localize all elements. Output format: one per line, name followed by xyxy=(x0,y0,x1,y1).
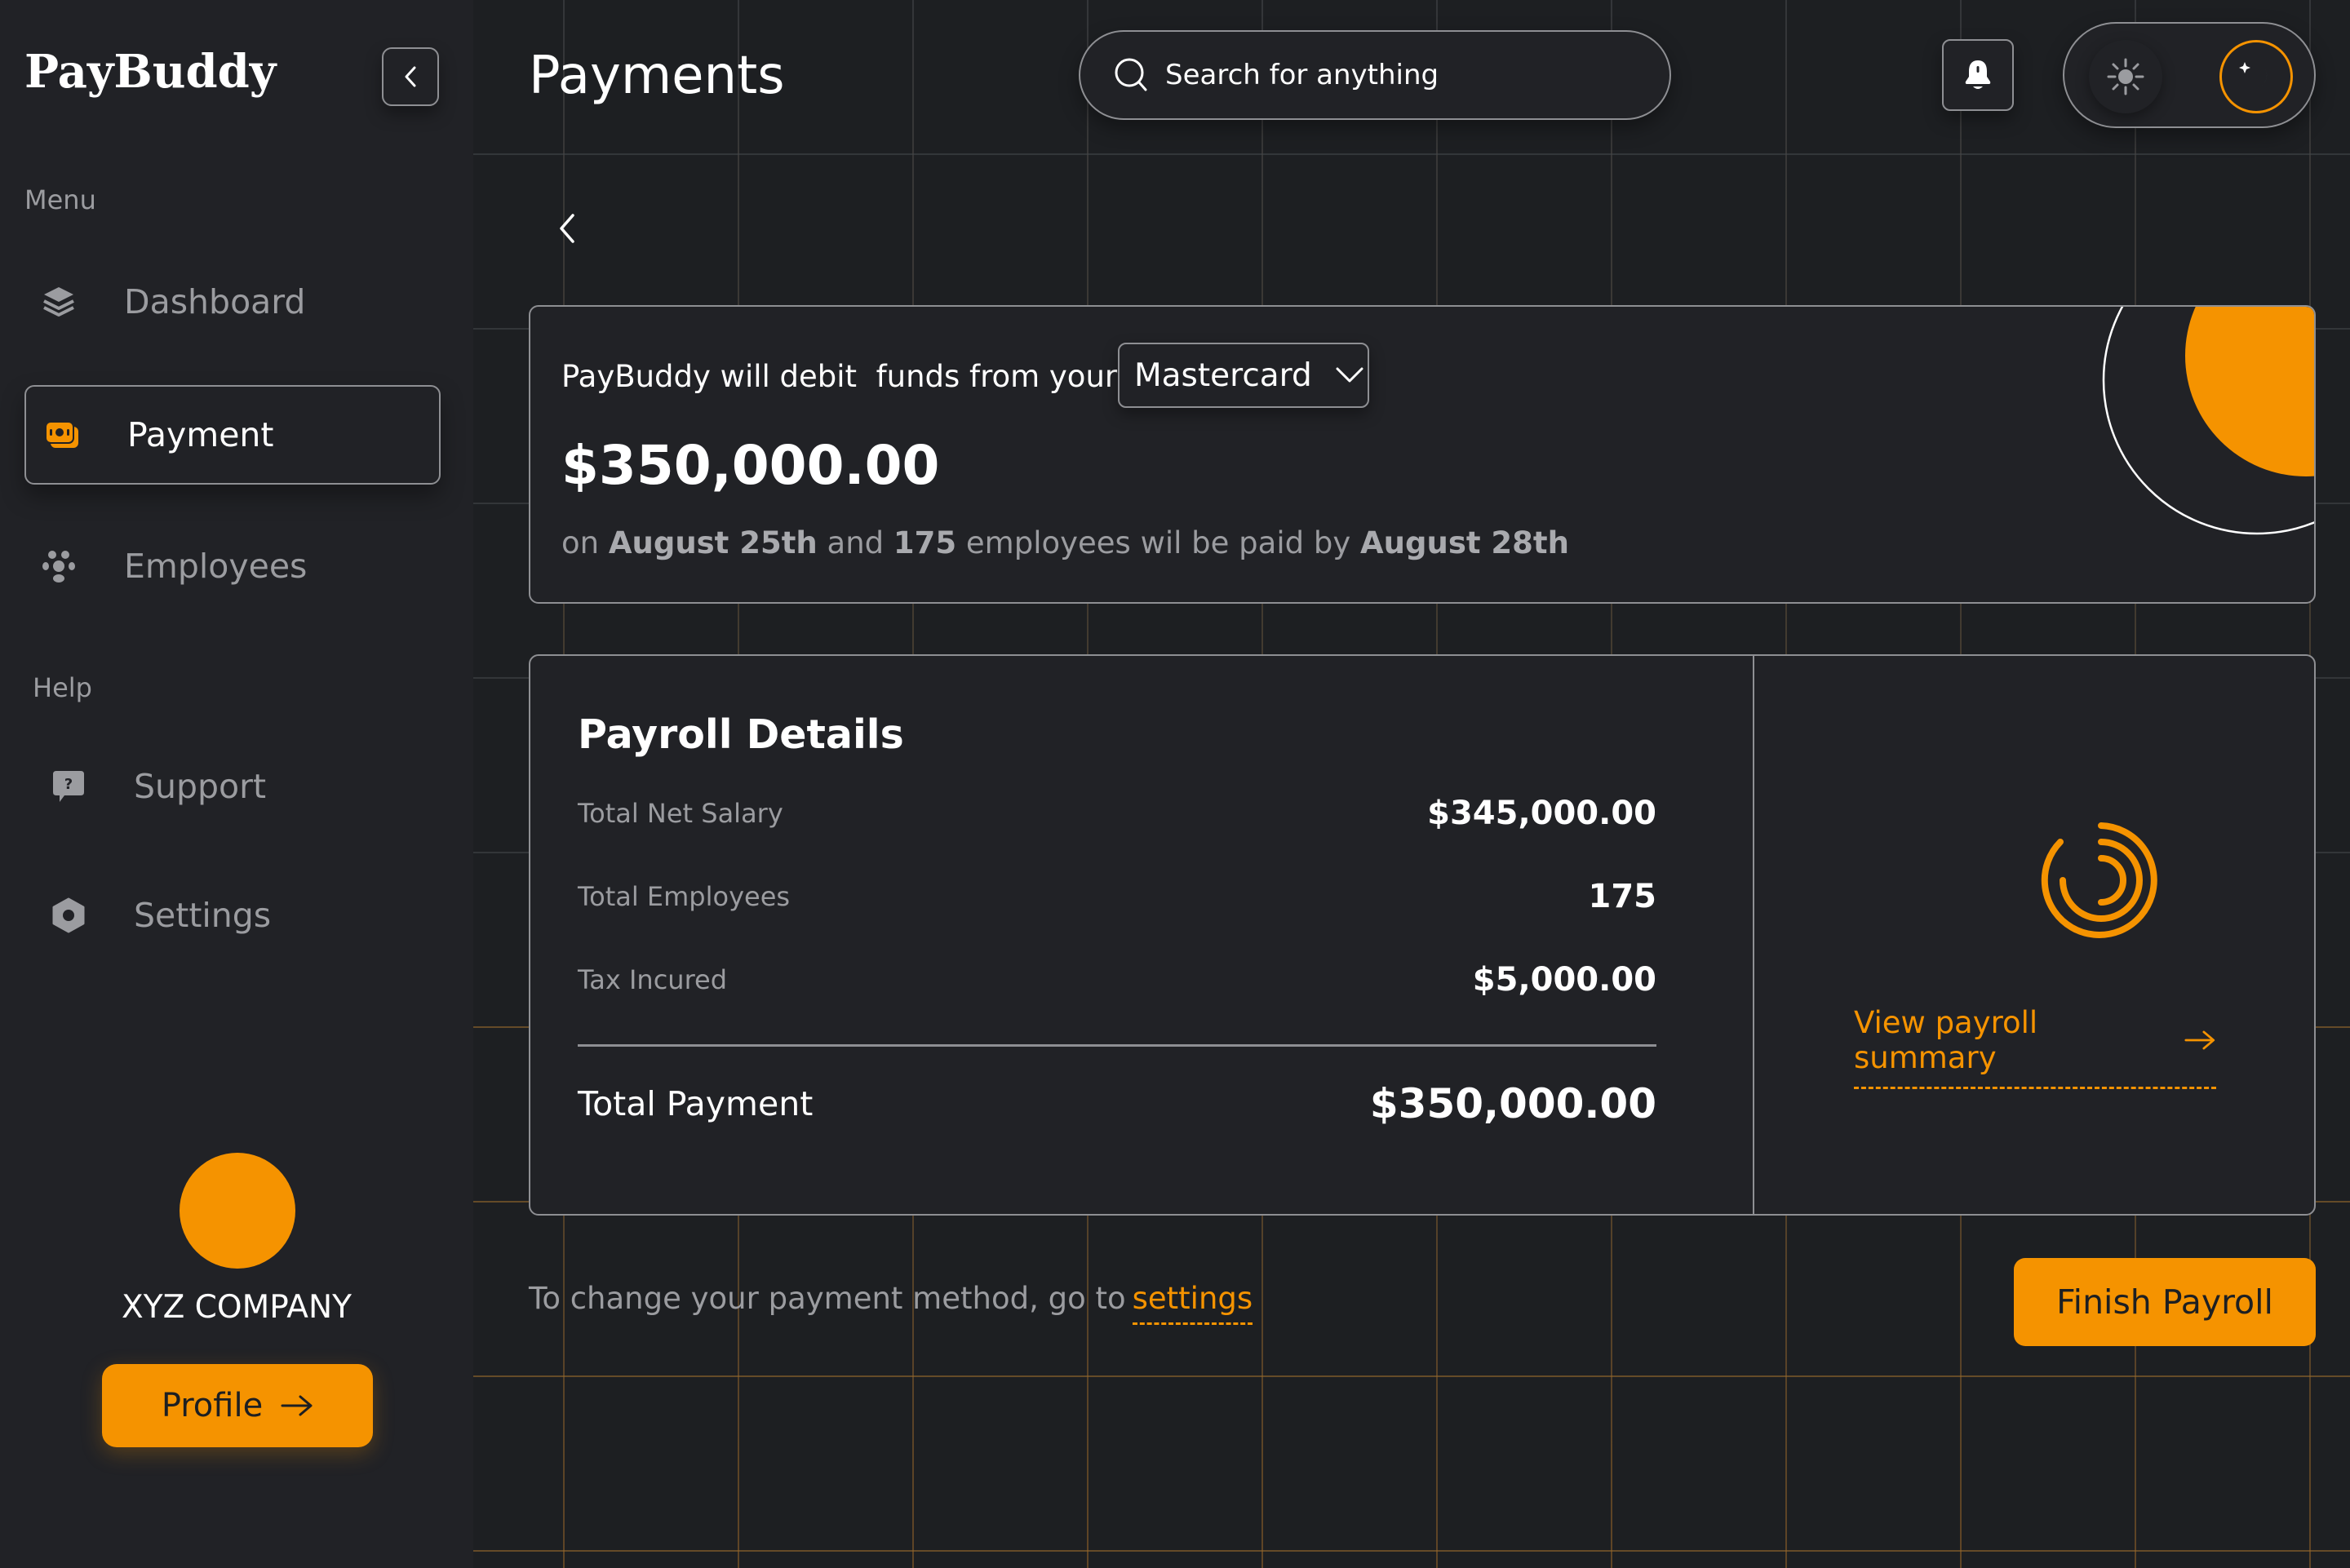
sidebar-item-employees[interactable]: Employees xyxy=(39,547,307,586)
layers-icon xyxy=(39,282,78,321)
debit-date: August 25th xyxy=(608,525,818,560)
view-payroll-summary-link[interactable]: View payroll summary xyxy=(1854,1005,2216,1089)
sidebar-item-label: Dashboard xyxy=(124,282,306,321)
users-icon xyxy=(39,547,78,586)
debit-schedule-note: on August 25th and 175 employees wil be … xyxy=(561,525,1569,560)
main-content: Payments Search for anything PayBuddy wi… xyxy=(473,0,2350,1568)
bell-icon xyxy=(1965,60,1991,89)
menu-section-label: Menu xyxy=(24,184,96,215)
summary-link-label: View payroll summary xyxy=(1854,1005,2038,1075)
hint-text: To change your payment method, go to xyxy=(529,1281,1126,1316)
row-value: $345,000.00 xyxy=(1427,795,1656,832)
help-chat-icon: ? xyxy=(49,767,88,806)
company-name: XYZ COMPANY xyxy=(122,1289,352,1326)
sidebar-item-dashboard[interactable]: Dashboard xyxy=(39,282,305,321)
row-label: Total Employees xyxy=(578,881,791,912)
payment-method-hint: To change your payment method, go to sett… xyxy=(529,1281,1253,1325)
payroll-row: Total Employees 175 xyxy=(578,878,1656,915)
row-value: $5,000.00 xyxy=(1472,961,1656,999)
debit-summary-card: PayBuddy will debit funds from your Mast… xyxy=(529,305,2316,604)
note-text: employees wil be paid by xyxy=(956,525,1361,560)
payroll-details-panel: Payroll Details Total Net Salary $345,00… xyxy=(530,656,1754,1214)
finish-payroll-button[interactable]: Finish Payroll xyxy=(2014,1258,2316,1346)
settings-icon xyxy=(49,896,88,935)
theme-toggle[interactable] xyxy=(2063,22,2316,128)
pay-date: August 28th xyxy=(1360,525,1569,560)
sidebar: PayBuddy Menu Dashboard Payment Employee… xyxy=(0,0,473,1568)
grid-line-horizontal xyxy=(473,153,2350,155)
page-title: Payments xyxy=(529,46,785,106)
total-divider xyxy=(578,1044,1656,1047)
payroll-row: Tax Incured $5,000.00 xyxy=(578,961,1656,999)
company-avatar[interactable] xyxy=(180,1153,295,1269)
payment-method-dropdown[interactable]: Mastercard xyxy=(1118,343,1369,408)
total-payment-value: $350,000.00 xyxy=(1369,1080,1656,1127)
back-button[interactable] xyxy=(551,208,583,249)
moon-icon xyxy=(2239,62,2268,90)
search-icon xyxy=(1115,58,1147,91)
row-label: Total Net Salary xyxy=(578,798,783,829)
sun-icon xyxy=(2107,58,2144,95)
decorative-circles xyxy=(2102,307,2314,535)
grid-line-horizontal xyxy=(473,1550,2350,1552)
dark-mode-option[interactable] xyxy=(2219,40,2293,113)
sidebar-item-label: Support xyxy=(134,767,267,806)
money-icon xyxy=(42,415,82,454)
profile-button-label: Profile xyxy=(161,1387,264,1424)
arrow-right-icon xyxy=(281,1395,313,1416)
debit-description: PayBuddy will debit funds from your xyxy=(561,359,1118,394)
sidebar-item-support[interactable]: ? Support xyxy=(49,767,266,806)
collapse-sidebar-button[interactable] xyxy=(382,47,439,106)
light-mode-option[interactable] xyxy=(2089,40,2162,113)
payroll-details-title: Payroll Details xyxy=(578,711,904,758)
search-bar[interactable] xyxy=(1079,30,1671,120)
employee-count: 175 xyxy=(893,525,957,560)
app-logo: PayBuddy xyxy=(24,45,277,99)
grid-line-horizontal xyxy=(473,1375,2350,1377)
sidebar-item-settings[interactable]: Settings xyxy=(49,896,271,935)
chevron-down-icon xyxy=(1336,367,1363,383)
chevron-left-icon xyxy=(405,66,416,87)
sidebar-item-payment[interactable]: Payment xyxy=(24,385,441,485)
chevron-left-icon xyxy=(560,214,574,243)
settings-link[interactable]: settings xyxy=(1132,1281,1253,1325)
sidebar-item-label: Settings xyxy=(134,896,272,935)
sidebar-item-label: Employees xyxy=(124,547,308,586)
arrow-right-icon xyxy=(2184,1030,2215,1050)
total-payment-label: Total Payment xyxy=(578,1084,814,1123)
payment-method-value: Mastercard xyxy=(1134,357,1312,394)
row-value: 175 xyxy=(1588,878,1657,915)
notifications-button[interactable] xyxy=(1942,39,2014,111)
sidebar-item-label: Payment xyxy=(127,415,274,454)
payroll-details-card: Payroll Details Total Net Salary $345,00… xyxy=(529,654,2316,1216)
total-payment-row: Total Payment $350,000.00 xyxy=(578,1080,1656,1127)
payroll-summary-icon xyxy=(2041,822,2157,938)
note-text: on xyxy=(561,525,609,560)
debit-amount: $350,000.00 xyxy=(561,434,940,497)
help-section-label: Help xyxy=(33,672,92,703)
note-text: and xyxy=(817,525,893,560)
search-input[interactable] xyxy=(1165,59,1622,91)
profile-button[interactable]: Profile xyxy=(102,1364,373,1447)
svg-text:?: ? xyxy=(64,776,73,793)
row-label: Tax Incured xyxy=(578,964,728,995)
payroll-row: Total Net Salary $345,000.00 xyxy=(578,795,1656,832)
